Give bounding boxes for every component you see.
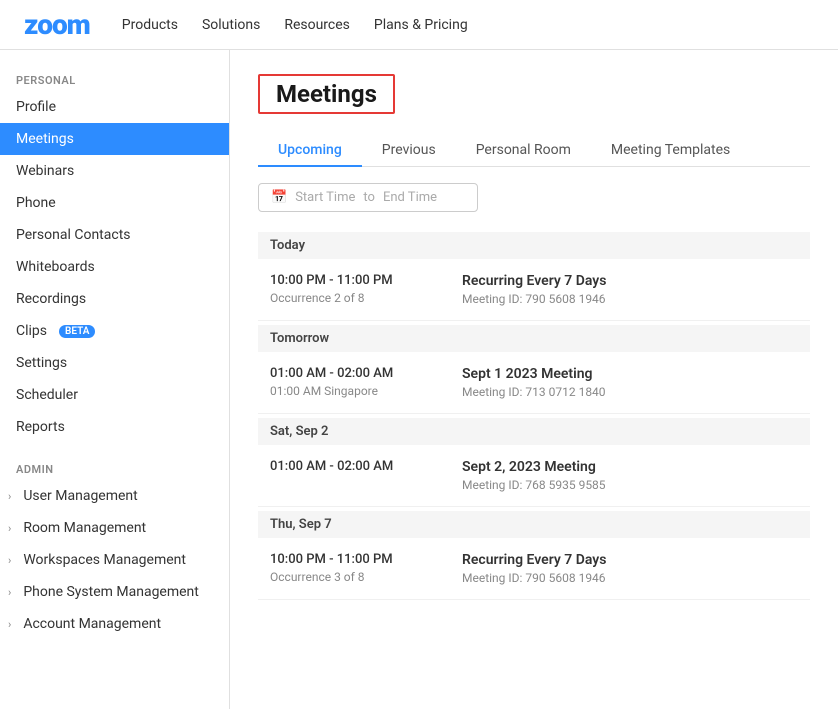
meeting-time-col: 01:00 AM - 02:00 AM: [270, 459, 430, 477]
meeting-title[interactable]: Recurring Every 7 Days: [462, 273, 606, 289]
day-header-sep7: Thu, Sep 7: [258, 511, 810, 538]
sidebar-item-whiteboards[interactable]: Whiteboards: [0, 251, 229, 283]
meeting-sub: 01:00 AM Singapore: [270, 384, 430, 398]
end-time-label: End Time: [383, 190, 437, 205]
meeting-id: Meeting ID: 713 0712 1840: [462, 385, 606, 399]
sidebar-item-settings[interactable]: Settings: [0, 347, 229, 379]
day-section-tomorrow: Tomorrow 01:00 AM - 02:00 AM 01:00 AM Si…: [258, 325, 810, 414]
sidebar-item-scheduler[interactable]: Scheduler: [0, 379, 229, 411]
nav-links: Products Solutions Resources Plans & Pri…: [122, 13, 468, 37]
meeting-title[interactable]: Sept 1 2023 Meeting: [462, 366, 606, 382]
sidebar-item-room-management[interactable]: › Room Management: [0, 512, 229, 544]
sidebar-item-profile[interactable]: Profile: [0, 91, 229, 123]
sidebar-item-recordings[interactable]: Recordings: [0, 283, 229, 315]
sidebar-item-webinars[interactable]: Webinars: [0, 155, 229, 187]
sidebar-item-user-management[interactable]: › User Management: [0, 480, 229, 512]
zoom-logo[interactable]: zoom: [24, 8, 90, 41]
meeting-id: Meeting ID: 790 5608 1946: [462, 292, 606, 306]
nav-solutions[interactable]: Solutions: [202, 13, 260, 37]
admin-section-label: ADMIN: [0, 455, 229, 480]
chevron-icon: ›: [8, 522, 11, 535]
main-content: Meetings Upcoming Previous Personal Room…: [230, 50, 838, 709]
meeting-time: 10:00 PM - 11:00 PM: [270, 273, 430, 288]
chevron-icon: ›: [8, 554, 11, 567]
sidebar-item-workspaces-management[interactable]: › Workspaces Management: [0, 544, 229, 576]
tab-previous[interactable]: Previous: [362, 134, 456, 166]
day-header-sep2: Sat, Sep 2: [258, 418, 810, 445]
meeting-info: Recurring Every 7 Days Meeting ID: 790 5…: [462, 273, 606, 306]
day-section-sep2: Sat, Sep 2 01:00 AM - 02:00 AM Sept 2, 2…: [258, 418, 810, 507]
meeting-info: Sept 1 2023 Meeting Meeting ID: 713 0712…: [462, 366, 606, 399]
day-section-today: Today 10:00 PM - 11:00 PM Occurrence 2 o…: [258, 232, 810, 321]
day-header-today: Today: [258, 232, 810, 259]
meeting-title[interactable]: Sept 2, 2023 Meeting: [462, 459, 606, 475]
nav-products[interactable]: Products: [122, 13, 178, 37]
meeting-time-col: 01:00 AM - 02:00 AM 01:00 AM Singapore: [270, 366, 430, 398]
nav-resources[interactable]: Resources: [284, 13, 350, 37]
meeting-time: 01:00 AM - 02:00 AM: [270, 366, 430, 381]
nav-plans-pricing[interactable]: Plans & Pricing: [374, 13, 468, 37]
tab-meeting-templates[interactable]: Meeting Templates: [591, 134, 750, 166]
meeting-tabs: Upcoming Previous Personal Room Meeting …: [258, 134, 810, 167]
sidebar-item-clips[interactable]: Clips BETA: [0, 315, 229, 347]
sidebar-item-phone[interactable]: Phone: [0, 187, 229, 219]
meeting-sub: Occurrence 3 of 8: [270, 570, 430, 584]
day-header-tomorrow: Tomorrow: [258, 325, 810, 352]
day-section-sep7: Thu, Sep 7 10:00 PM - 11:00 PM Occurrenc…: [258, 511, 810, 600]
sidebar: PERSONAL Profile Meetings Webinars Phone…: [0, 50, 230, 709]
meeting-time: 01:00 AM - 02:00 AM: [270, 459, 430, 474]
meeting-list: Today 10:00 PM - 11:00 PM Occurrence 2 o…: [258, 232, 810, 600]
meeting-row: 01:00 AM - 02:00 AM 01:00 AM Singapore S…: [258, 352, 810, 414]
date-filter[interactable]: 📅 Start Time to End Time: [258, 183, 478, 212]
sidebar-item-reports[interactable]: Reports: [0, 411, 229, 443]
layout: PERSONAL Profile Meetings Webinars Phone…: [0, 50, 838, 709]
sidebar-item-account-management[interactable]: › Account Management: [0, 608, 229, 640]
meeting-row: 10:00 PM - 11:00 PM Occurrence 3 of 8 Re…: [258, 538, 810, 600]
personal-section-label: PERSONAL: [0, 66, 229, 91]
meeting-time: 10:00 PM - 11:00 PM: [270, 552, 430, 567]
beta-badge: BETA: [59, 325, 95, 338]
meeting-sub: Occurrence 2 of 8: [270, 291, 430, 305]
meeting-id: Meeting ID: 768 5935 9585: [462, 478, 606, 492]
chevron-icon: ›: [8, 586, 11, 599]
chevron-icon: ›: [8, 490, 11, 503]
chevron-icon: ›: [8, 618, 11, 631]
meeting-id: Meeting ID: 790 5608 1946: [462, 571, 606, 585]
sidebar-item-meetings[interactable]: Meetings: [0, 123, 229, 155]
meeting-title[interactable]: Recurring Every 7 Days: [462, 552, 606, 568]
page-title: Meetings: [258, 74, 395, 114]
meeting-info: Sept 2, 2023 Meeting Meeting ID: 768 593…: [462, 459, 606, 492]
meeting-info: Recurring Every 7 Days Meeting ID: 790 5…: [462, 552, 606, 585]
tab-personal-room[interactable]: Personal Room: [456, 134, 591, 166]
to-label: to: [363, 190, 375, 205]
sidebar-item-phone-system-management[interactable]: › Phone System Management: [0, 576, 229, 608]
meeting-row: 10:00 PM - 11:00 PM Occurrence 2 of 8 Re…: [258, 259, 810, 321]
meeting-time-col: 10:00 PM - 11:00 PM Occurrence 2 of 8: [270, 273, 430, 305]
top-nav: zoom Products Solutions Resources Plans …: [0, 0, 838, 50]
calendar-icon: 📅: [271, 190, 287, 205]
tab-upcoming[interactable]: Upcoming: [258, 134, 362, 166]
meeting-row: 01:00 AM - 02:00 AM Sept 2, 2023 Meeting…: [258, 445, 810, 507]
start-time-label: Start Time: [295, 190, 355, 205]
sidebar-item-personal-contacts[interactable]: Personal Contacts: [0, 219, 229, 251]
meeting-time-col: 10:00 PM - 11:00 PM Occurrence 3 of 8: [270, 552, 430, 584]
